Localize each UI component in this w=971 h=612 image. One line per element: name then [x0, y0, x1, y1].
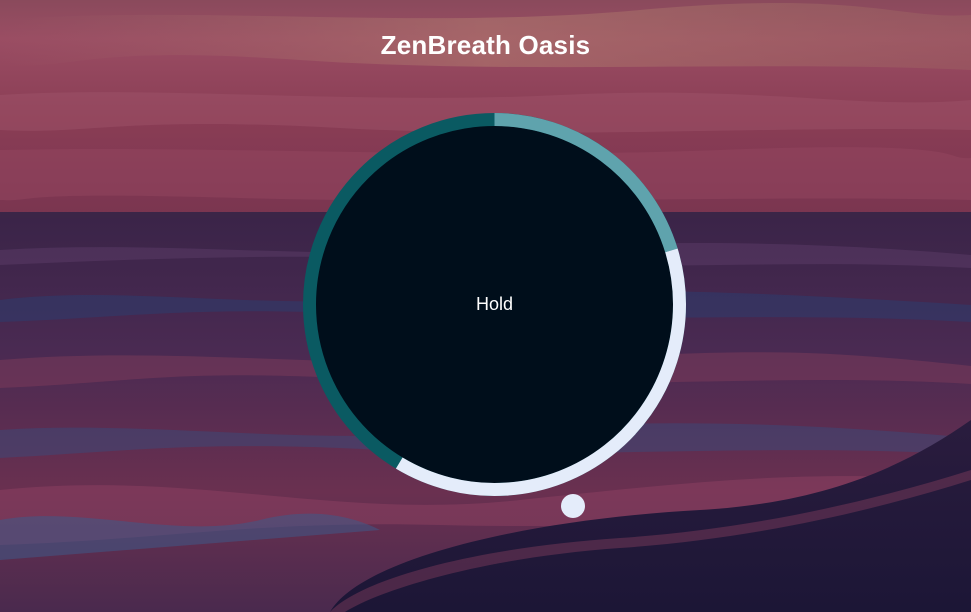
app-title: ZenBreath Oasis: [380, 30, 591, 60]
progress-indicator-dot-icon: [561, 494, 585, 518]
breathing-app: ZenBreath Oasis Hold: [0, 0, 971, 612]
breathing-phase-label: Hold: [475, 294, 514, 314]
